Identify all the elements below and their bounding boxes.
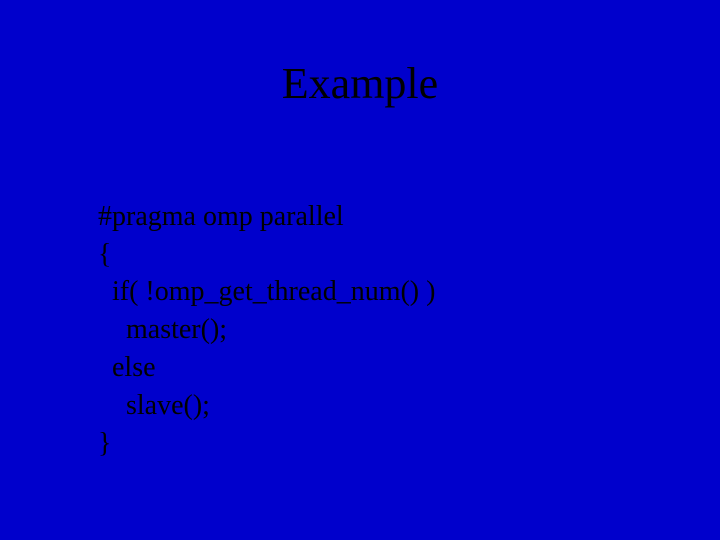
code-line: #pragma omp parallel xyxy=(98,201,344,232)
code-line: { xyxy=(98,239,111,270)
code-line: slave(); xyxy=(98,390,210,421)
code-line: if( !omp_get_thread_num() ) xyxy=(98,276,435,307)
code-line: } xyxy=(98,428,111,459)
code-line: master(); xyxy=(98,314,227,345)
code-line: else xyxy=(98,352,156,383)
slide-title: Example xyxy=(0,58,720,109)
slide: Example #pragma omp parallel { if( !omp_… xyxy=(0,0,720,540)
code-block: #pragma omp parallel { if( !omp_get_thre… xyxy=(98,160,435,462)
